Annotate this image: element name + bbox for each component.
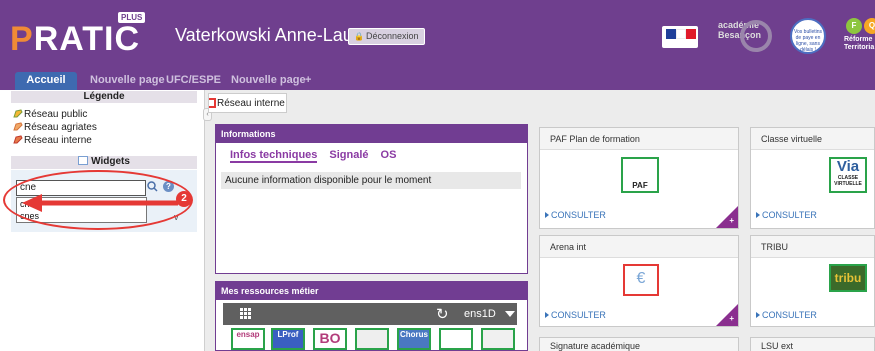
tile-chorus[interactable]: Chorus xyxy=(397,328,431,350)
ressources-toolbar: ↻ ens1D xyxy=(223,303,517,325)
card-lsu-ext: LSU ext xyxy=(750,337,875,351)
consulter-label: CONSULTER xyxy=(551,310,606,320)
logout-label: Déconnexion xyxy=(365,31,419,41)
via-logo[interactable]: Via CLASSE VIRTUELLE xyxy=(829,157,867,193)
tile-resource[interactable] xyxy=(481,328,515,350)
via-text: Via xyxy=(836,158,860,175)
consulter-link[interactable]: CONSULTER xyxy=(545,310,606,320)
card-classe-virtuelle: Classe virtuelle Via CLASSE VIRTUELLE CO… xyxy=(750,127,875,229)
legend-label: Réseau interne xyxy=(24,135,92,146)
user-name: Vaterkowski Anne-Laure xyxy=(175,25,369,45)
plus-icon: + xyxy=(729,216,734,225)
add-corner-button[interactable] xyxy=(716,206,738,228)
pencil-icon xyxy=(13,135,23,144)
logo-wordmark: PRATIC xyxy=(10,20,141,58)
tab-add-page[interactable]: + xyxy=(305,72,311,90)
tab-accueil[interactable]: Accueil xyxy=(15,72,77,90)
legend-item-reseau-interne: Réseau interne xyxy=(13,135,92,146)
card-signature: Signature académique xyxy=(539,337,739,351)
via-sub: CLASSE VIRTUELLE xyxy=(834,175,862,187)
consulter-link[interactable]: CONSULTER xyxy=(756,210,817,220)
widget-title: Mes ressources métier xyxy=(216,282,527,300)
academie-logo[interactable]: académie Besançon xyxy=(718,20,772,54)
academie-emblem xyxy=(740,20,772,52)
refresh-icon[interactable]: ↻ xyxy=(436,305,449,323)
faq-letter-f: F xyxy=(846,18,862,34)
tab-ufc-espe[interactable]: UFC/ESPE xyxy=(166,72,221,90)
card-paf: PAF Plan de formation PAF CONSULTER + xyxy=(539,127,739,229)
legend-label: Réseau public xyxy=(24,109,88,120)
tab-signale[interactable]: Signalé xyxy=(329,149,368,161)
info-tabs: Infos techniques Signalé OS xyxy=(230,149,408,163)
card-title: Signature académique xyxy=(540,338,738,351)
consulter-label: CONSULTER xyxy=(762,310,817,320)
tile-ensap[interactable]: ensap xyxy=(231,328,265,350)
card-arena: Arena int € CONSULTER + xyxy=(539,235,739,327)
widget-icon xyxy=(78,156,89,165)
widgets-label: Widgets xyxy=(91,156,130,167)
consulter-link[interactable]: CONSULTER xyxy=(756,310,817,320)
consulter-label: CONSULTER xyxy=(551,210,606,220)
paf-logo[interactable]: PAF xyxy=(621,157,659,193)
pencil-icon xyxy=(13,109,23,118)
caret-down-icon[interactable] xyxy=(505,311,515,317)
tab-nouvelle-page-1[interactable]: Nouvelle page xyxy=(90,72,165,90)
tooltip-label: Réseau interne xyxy=(217,98,285,109)
pratic-logo[interactable]: PRATIC PLUS xyxy=(10,12,146,60)
tile-bo[interactable]: BO xyxy=(313,328,347,350)
informations-widget: Informations Infos techniques Signalé OS A… xyxy=(215,124,528,274)
arrow-right-icon xyxy=(756,312,760,318)
faq-letter-q: Q xyxy=(864,18,875,34)
consulter-label: CONSULTER xyxy=(762,210,817,220)
arrow-right-icon xyxy=(545,312,549,318)
bulletins-paye-logo[interactable]: Vos bulletins de paye en ligne, sans dél… xyxy=(790,18,826,54)
reforme-territoriale-logo[interactable]: F Q Réforme Territoria xyxy=(844,16,875,56)
reforme-text: Réforme Territoria xyxy=(844,36,875,51)
annotation-step-badge: 2 xyxy=(176,191,192,207)
legend-item-reseau-public: Réseau public xyxy=(13,109,87,120)
annotation-arrow-icon xyxy=(22,194,178,212)
pencil-icon xyxy=(13,122,23,131)
card-title: Classe virtuelle xyxy=(751,128,874,150)
card-title: TRIBU xyxy=(751,236,874,258)
consulter-link[interactable]: CONSULTER xyxy=(545,210,606,220)
republique-francaise-logo[interactable] xyxy=(662,26,698,48)
logout-button[interactable]: 🔒 Déconnexion xyxy=(348,28,425,45)
grid-icon[interactable] xyxy=(240,308,252,320)
legend-item-reseau-agriates: Réseau agriates xyxy=(13,122,97,133)
tile-resource[interactable] xyxy=(439,328,473,350)
widget-title: Informations xyxy=(216,125,527,143)
info-message: Aucune information disponible pour le mo… xyxy=(221,172,521,189)
logo-plus-badge: PLUS xyxy=(118,12,146,23)
arrow-right-icon xyxy=(756,212,760,218)
lock-icon: 🔒 xyxy=(354,32,364,41)
plus-icon: + xyxy=(729,314,734,323)
bulletins-text: Vos bulletins de paye en ligne, sans dél… xyxy=(793,29,823,53)
tab-os[interactable]: OS xyxy=(381,149,397,161)
arena-logo[interactable]: € xyxy=(623,264,659,296)
tab-infos-techniques[interactable]: Infos techniques xyxy=(230,149,318,163)
tribu-logo[interactable]: tribu xyxy=(829,264,867,292)
card-title: Arena int xyxy=(540,236,738,258)
arrow-right-icon xyxy=(545,212,549,218)
reseau-interne-tooltip: Réseau interne xyxy=(208,93,287,113)
card-title: LSU ext xyxy=(751,338,874,351)
card-title: PAF Plan de formation xyxy=(540,128,738,150)
tile-lprof[interactable]: LProf xyxy=(271,328,305,350)
profile-select[interactable]: ens1D xyxy=(464,308,496,320)
legend-label: Réseau agriates xyxy=(24,122,97,133)
card-tribu: TRIBU tribu CONSULTER xyxy=(750,235,875,327)
legend-title: Légende xyxy=(11,91,197,103)
legend-marker xyxy=(209,98,216,108)
tab-nouvelle-page-2[interactable]: Nouvelle page xyxy=(231,72,306,90)
tile-resource[interactable] xyxy=(355,328,389,350)
ressources-widget: Mes ressources métier ↻ ens1D ensap LPro… xyxy=(215,281,528,351)
widgets-section-title: Widgets xyxy=(11,156,197,169)
add-corner-button[interactable] xyxy=(716,304,738,326)
